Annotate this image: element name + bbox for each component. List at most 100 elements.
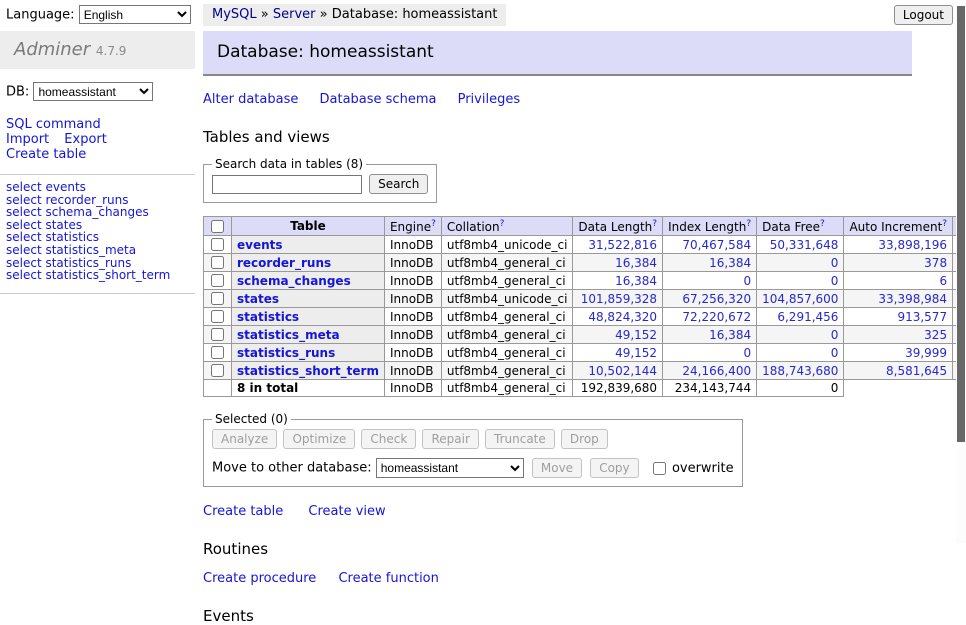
row-checkbox[interactable] xyxy=(211,274,224,287)
alter-database-link[interactable]: Alter database xyxy=(203,92,298,107)
create-function-link[interactable]: Create function xyxy=(338,571,438,586)
engine-cell: InnoDB xyxy=(384,308,441,326)
data-free-link[interactable]: 0 xyxy=(831,274,839,288)
breadcrumb-server-link[interactable]: Server xyxy=(273,7,316,22)
table-link-events[interactable]: events xyxy=(237,238,283,252)
analyze-button[interactable]: Analyze xyxy=(212,429,277,449)
breadcrumb-mysql-link[interactable]: MySQL xyxy=(212,7,257,22)
table-link-schema-changes[interactable]: schema_changes xyxy=(237,274,351,288)
row-checkbox[interactable] xyxy=(211,328,224,341)
data-length-link[interactable]: 16,384 xyxy=(615,256,657,270)
sidebar-link-sql-command[interactable]: SQL command xyxy=(6,117,101,132)
row-checkbox-cell xyxy=(204,362,232,380)
row-checkbox-cell xyxy=(204,290,232,308)
total-row: 8 in totalInnoDButf8mb4_general_ci192,83… xyxy=(204,380,966,397)
vertical-scrollbar[interactable] xyxy=(956,0,966,543)
column-help-link[interactable]: ? xyxy=(500,219,505,229)
data-length-link[interactable]: 48,824,320 xyxy=(588,310,657,324)
database-schema-link[interactable]: Database schema xyxy=(320,92,437,107)
move-database-select[interactable]: homeassistant xyxy=(376,458,524,478)
index-length-link[interactable]: 70,467,584 xyxy=(682,238,751,252)
data-free-link[interactable]: 0 xyxy=(831,346,839,360)
column-help-link[interactable]: ? xyxy=(431,219,436,229)
privileges-link[interactable]: Privileges xyxy=(458,92,521,107)
index-length-link[interactable]: 0 xyxy=(743,274,751,288)
row-checkbox[interactable] xyxy=(211,256,224,269)
auto-increment-link[interactable]: 378 xyxy=(924,256,947,270)
truncate-button[interactable]: Truncate xyxy=(485,429,555,449)
logout-button[interactable]: Logout xyxy=(894,5,953,25)
search-input[interactable] xyxy=(212,175,362,194)
adminer-logo[interactable]: Adminer xyxy=(14,39,90,60)
table-link-statistics-meta[interactable]: statistics_meta xyxy=(237,328,340,342)
overwrite-checkbox[interactable] xyxy=(653,462,666,475)
data-free-cell: 6,291,456 xyxy=(757,308,844,326)
drop-button[interactable]: Drop xyxy=(561,429,608,449)
total-label-cell: 8 in total xyxy=(232,380,385,397)
data-free-link[interactable]: 6,291,456 xyxy=(777,310,838,324)
create-procedure-link[interactable]: Create procedure xyxy=(203,571,316,586)
data-length-link[interactable]: 49,152 xyxy=(615,328,657,342)
auto-increment-link[interactable]: 325 xyxy=(924,328,947,342)
data-free-link[interactable]: 0 xyxy=(831,328,839,342)
tables-body: eventsInnoDButf8mb4_unicode_ci31,522,816… xyxy=(204,236,966,397)
row-checkbox[interactable] xyxy=(211,346,224,359)
data-length-link[interactable]: 49,152 xyxy=(615,346,657,360)
sidebar-link-select-statistics-short-term[interactable]: select statistics_short_term xyxy=(6,268,170,282)
copy-button[interactable]: Copy xyxy=(590,458,638,478)
sidebar-link-import[interactable]: Import xyxy=(6,132,49,147)
create-view-link[interactable]: Create view xyxy=(308,504,385,519)
scrollbar-thumb[interactable] xyxy=(957,6,965,442)
row-checkbox[interactable] xyxy=(211,310,224,323)
auto-increment-link[interactable]: 6 xyxy=(939,274,947,288)
events-heading: Events xyxy=(203,607,912,625)
check-button[interactable]: Check xyxy=(361,429,416,449)
data-length-cell: 10,502,144 xyxy=(573,362,663,380)
db-select[interactable]: homeassistant xyxy=(33,82,153,101)
auto-increment-link[interactable]: 913,577 xyxy=(897,310,947,324)
auto-increment-link[interactable]: 33,398,984 xyxy=(878,292,947,306)
table-name-cell: statistics_runs xyxy=(232,344,385,362)
data-length-link[interactable]: 10,502,144 xyxy=(588,364,657,378)
auto-increment-link[interactable]: 39,999 xyxy=(905,346,947,360)
data-free-link[interactable]: 0 xyxy=(831,256,839,270)
auto-increment-link[interactable]: 8,581,645 xyxy=(886,364,947,378)
data-free-link[interactable]: 188,743,680 xyxy=(762,364,838,378)
index-length-link[interactable]: 72,220,672 xyxy=(682,310,751,324)
sidebar-link-export[interactable]: Export xyxy=(64,132,107,147)
table-link-statistics-runs[interactable]: statistics_runs xyxy=(237,346,335,360)
sidebar-link-create-table[interactable]: Create table xyxy=(6,147,86,162)
row-checkbox[interactable] xyxy=(211,292,224,305)
create-table-link[interactable]: Create table xyxy=(203,504,283,519)
row-checkbox[interactable] xyxy=(211,238,224,251)
data-length-link[interactable]: 31,522,816 xyxy=(588,238,657,252)
table-link-statistics[interactable]: statistics xyxy=(237,310,299,324)
repair-button[interactable]: Repair xyxy=(422,429,478,449)
column-help-link[interactable]: ? xyxy=(942,219,947,229)
auto-increment-cell: 325 xyxy=(844,326,953,344)
table-link-recorder-runs[interactable]: recorder_runs xyxy=(237,256,331,270)
search-button[interactable]: Search xyxy=(369,174,428,194)
table-link-states[interactable]: states xyxy=(237,292,279,306)
data-length-cell: 16,384 xyxy=(573,272,663,290)
select-all-checkbox[interactable] xyxy=(211,220,224,233)
auto-increment-link[interactable]: 33,898,196 xyxy=(878,238,947,252)
optimize-button[interactable]: Optimize xyxy=(283,429,355,449)
index-length-link[interactable]: 16,384 xyxy=(709,328,751,342)
column-help-link[interactable]: ? xyxy=(746,219,751,229)
data-free-link[interactable]: 104,857,600 xyxy=(762,292,838,306)
move-button[interactable]: Move xyxy=(532,458,582,478)
data-length-cell: 49,152 xyxy=(573,326,663,344)
index-length-link[interactable]: 0 xyxy=(743,346,751,360)
index-length-link[interactable]: 67,256,320 xyxy=(682,292,751,306)
column-help-link[interactable]: ? xyxy=(820,219,825,229)
data-length-link[interactable]: 16,384 xyxy=(615,274,657,288)
language-select[interactable]: English xyxy=(79,5,191,24)
data-free-link[interactable]: 50,331,648 xyxy=(770,238,839,252)
table-link-statistics-short-term[interactable]: statistics_short_term xyxy=(237,364,379,378)
row-checkbox[interactable] xyxy=(211,364,224,377)
column-help-link[interactable]: ? xyxy=(652,219,657,229)
index-length-link[interactable]: 16,384 xyxy=(709,256,751,270)
index-length-link[interactable]: 24,166,400 xyxy=(682,364,751,378)
data-length-link[interactable]: 101,859,328 xyxy=(581,292,657,306)
